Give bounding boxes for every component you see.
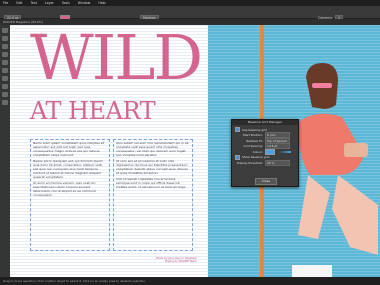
paragraph: Nemo enim ipsam voluptatem quia voluptas… xyxy=(33,141,105,157)
paragraph: Quis autem vel eum iure reprehenderit qu… xyxy=(116,141,189,157)
colour-label: Colour: xyxy=(252,149,263,154)
paragraph: At vero eos et accusamus et iusto odio d… xyxy=(116,159,188,175)
colour-swatch-button[interactable] xyxy=(265,148,275,155)
menu-edit[interactable]: Edit xyxy=(16,1,22,5)
text-frame-column-2[interactable]: Quis autem vel eum iure reprehenderit qu… xyxy=(113,139,193,251)
document-canvas[interactable]: WILD AT HEART Nemo enim ipsam voluptatem… xyxy=(10,25,380,277)
table-tool-icon[interactable] xyxy=(2,68,8,73)
frame-text-tool-icon[interactable] xyxy=(2,44,8,49)
use-baseline-grid-checkbox[interactable] xyxy=(235,127,240,133)
document-tab[interactable]: WILDER Magazine (84.0%) xyxy=(3,20,43,24)
subhead-at-heart[interactable]: AT HEART xyxy=(30,99,156,123)
shape-tool-icon[interactable] xyxy=(2,84,8,89)
caption-line: Styling by WILDER Team xyxy=(164,260,197,263)
menu-file[interactable]: File xyxy=(3,1,8,5)
node-tool-icon[interactable] xyxy=(2,36,8,41)
paragraph: Ut enim ad minima veniam, quis nostrum e… xyxy=(33,181,96,197)
display-threshold-input[interactable]: 50 % xyxy=(265,159,290,166)
paragraph: Neque porro quisquam est, qui dolorem ip… xyxy=(33,159,103,179)
menu-window[interactable]: Window xyxy=(78,1,91,5)
pen-tool-icon[interactable] xyxy=(2,76,8,81)
paragraph: Sint occaecati cupiditate non provident,… xyxy=(116,177,186,189)
relative-to-label: Relative To: xyxy=(246,138,263,143)
status-text: Drag to move selection. Click another ob… xyxy=(3,279,147,283)
fill-tool-icon[interactable] xyxy=(2,92,8,97)
baseline-grid-manager-dialog[interactable]: Baseline Grid Manager Use baseline grid … xyxy=(231,119,299,187)
move-tool-icon[interactable] xyxy=(2,28,8,33)
display-threshold-label: Display threshold: xyxy=(236,160,263,165)
context-toolbar: 22.0 pt Medium Columns: 2 xyxy=(0,6,380,22)
start-position-label: Start Position: xyxy=(242,133,263,138)
menu-layer[interactable]: Layer xyxy=(45,1,54,5)
close-button[interactable]: Close xyxy=(255,178,277,185)
dialog-title[interactable]: Baseline Grid Manager xyxy=(232,120,298,125)
menu-text[interactable]: Text xyxy=(31,1,37,5)
tools-panel xyxy=(0,25,10,277)
headline-wild[interactable]: WILD xyxy=(30,27,203,89)
artistic-text-tool-icon[interactable] xyxy=(2,52,8,57)
text-frame-column-1[interactable]: Nemo enim ipsam voluptatem quia voluptas… xyxy=(30,139,110,251)
show-baseline-grid-checkbox[interactable] xyxy=(235,154,240,160)
menu-help[interactable]: Help xyxy=(98,1,105,5)
menu-tools[interactable]: Tools xyxy=(62,1,70,5)
grid-spacing-label: Grid Spacing: xyxy=(243,144,263,149)
left-page[interactable]: WILD AT HEART Nemo enim ipsam voluptatem… xyxy=(10,25,208,277)
status-bar: Drag to move selection. Click another ob… xyxy=(0,277,380,285)
picture-frame-tool-icon[interactable] xyxy=(2,60,8,65)
show-baseline-grid-label: Show baseline grid xyxy=(242,155,270,160)
photo-caption[interactable]: Photo by Jane Doe on Unsplash Styling by… xyxy=(156,257,197,263)
use-baseline-grid-label: Use baseline grid xyxy=(242,127,268,132)
colour-opacity-slider[interactable] xyxy=(277,150,291,153)
zoom-tool-icon[interactable] xyxy=(2,100,8,105)
display-threshold-row: Display threshold: 50 % xyxy=(232,159,298,166)
